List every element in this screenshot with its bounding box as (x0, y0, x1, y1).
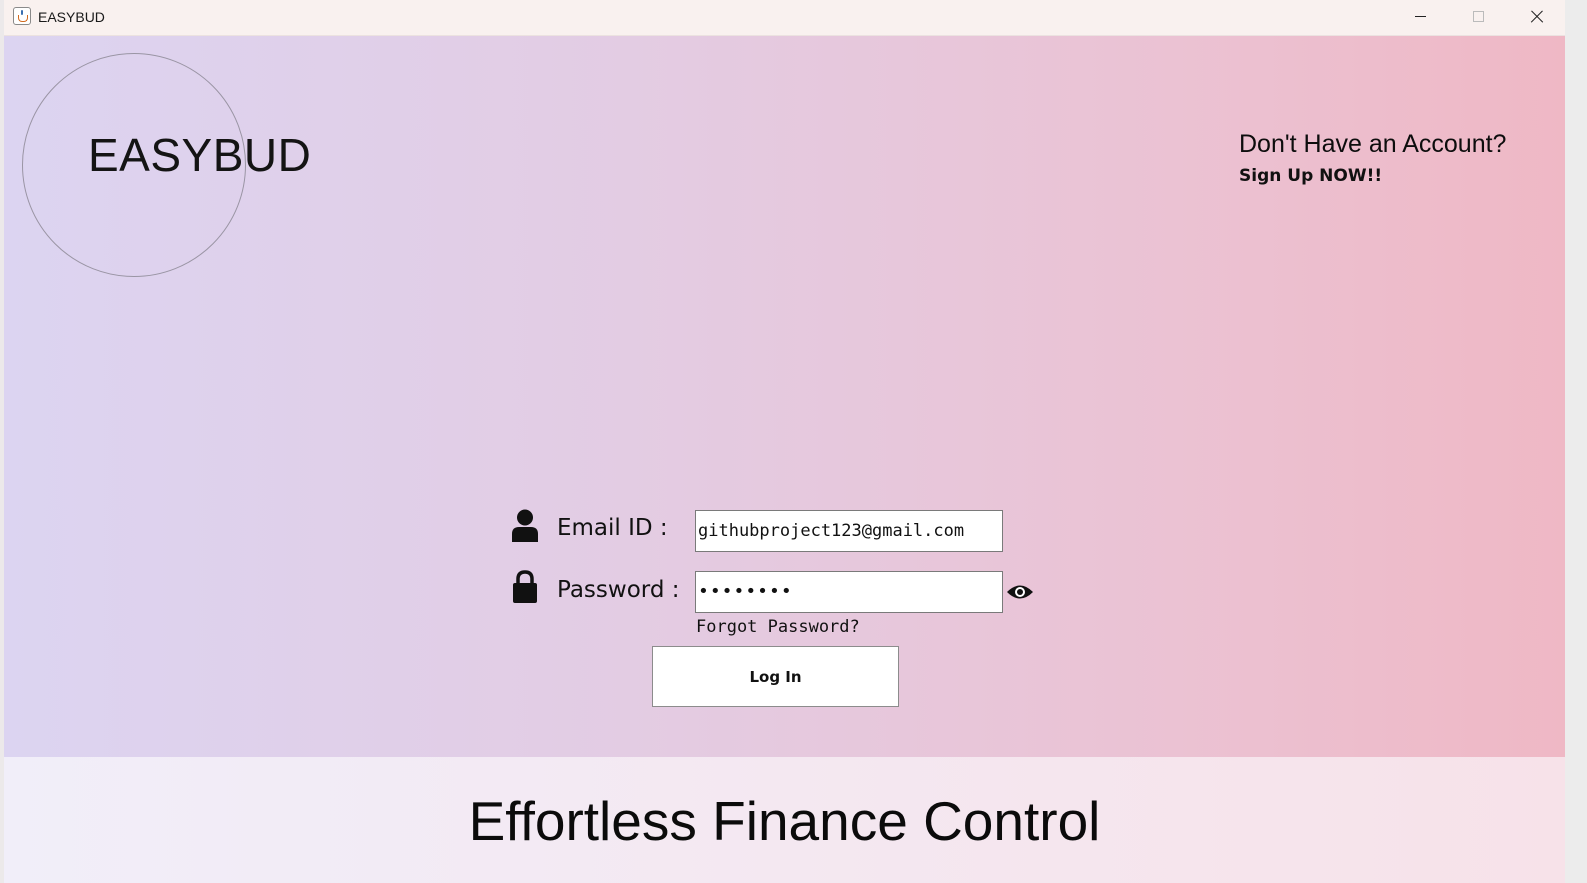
user-icon (512, 509, 538, 542)
signup-link[interactable]: Sign Up NOW!! (1239, 168, 1382, 185)
minimize-button[interactable] (1392, 0, 1449, 35)
close-button[interactable] (1508, 0, 1565, 35)
app-window: EASYBUD EASYBUD Don't Have an Account? S… (4, 0, 1565, 883)
title-bar[interactable]: EASYBUD (4, 0, 1565, 36)
password-label: Password : (557, 577, 680, 603)
login-button-label: Log In (749, 667, 802, 686)
logo-text: EASYBUD (88, 129, 312, 181)
forgot-password-link[interactable]: Forgot Password? (696, 619, 860, 636)
java-cup-icon (13, 7, 31, 25)
maximize-icon (1473, 11, 1484, 22)
footer-banner: Effortless Finance Control (4, 757, 1565, 883)
email-label: Email ID : (557, 515, 668, 541)
login-button[interactable]: Log In (652, 646, 899, 707)
minimize-icon (1415, 16, 1426, 17)
window-title: EASYBUD (38, 9, 105, 25)
lock-icon (513, 570, 537, 603)
eye-icon[interactable] (1006, 583, 1034, 601)
password-field[interactable]: •••••••• (695, 571, 1003, 613)
tagline: Effortless Finance Control (468, 790, 1101, 852)
login-panel: EASYBUD Don't Have an Account? Sign Up N… (4, 36, 1565, 757)
desktop-background-right (1565, 0, 1587, 883)
cup-body (18, 15, 28, 22)
email-field[interactable]: githubproject123@gmail.com (695, 510, 1003, 552)
signup-prompt: Don't Have an Account? (1239, 130, 1507, 158)
maximize-button[interactable] (1450, 0, 1507, 35)
